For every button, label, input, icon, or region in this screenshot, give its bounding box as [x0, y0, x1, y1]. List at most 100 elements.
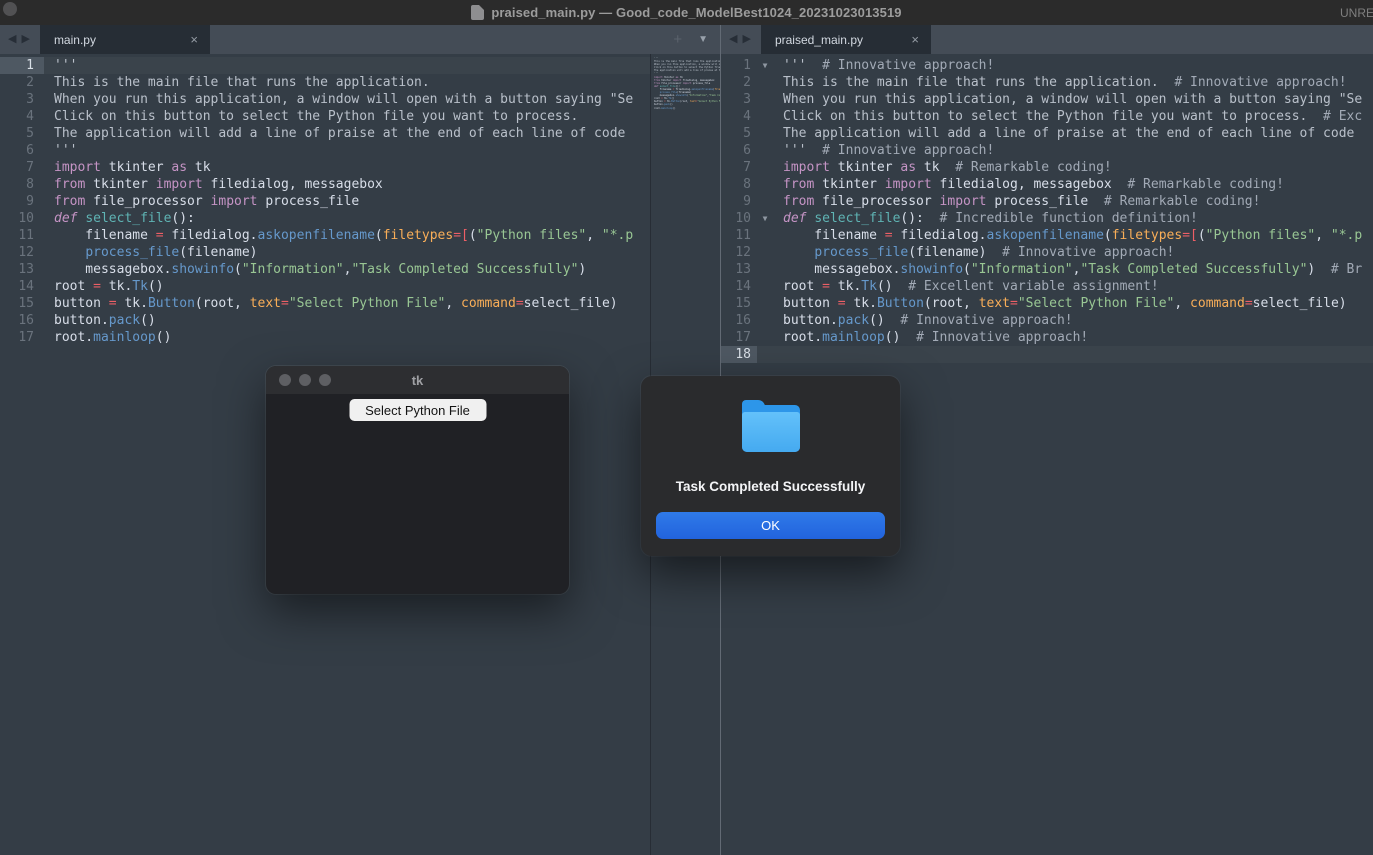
code-line[interactable]: 1▼''' # Innovative approach!: [721, 57, 1373, 74]
line-number: 14: [721, 278, 757, 295]
line-number: 1: [721, 57, 757, 74]
back-arrow-icon[interactable]: ◀: [8, 34, 16, 45]
code-line[interactable]: 15button = tk.Button(root, text="Select …: [0, 295, 720, 312]
code-text: The application will add a line of prais…: [44, 125, 625, 142]
code-text: root.mainloop(): [44, 329, 171, 346]
line-number: 4: [0, 108, 44, 125]
code-line[interactable]: 9from file_processor import process_file…: [721, 193, 1373, 210]
code-text: root.mainloop() # Innovative approach!: [773, 329, 1088, 346]
code-text: filename = filedialog.askopenfilename(fi…: [773, 227, 1362, 244]
code-line[interactable]: 4Click on this button to select the Pyth…: [0, 108, 720, 125]
code-line[interactable]: 17root.mainloop(): [0, 329, 720, 346]
code-line[interactable]: 18: [721, 346, 1373, 363]
code-text: When you run this application, a window …: [44, 91, 633, 108]
line-number: 1: [0, 57, 44, 74]
tk-app-window: tk Select Python File: [266, 366, 569, 594]
code-text: def select_file(): # Incredible function…: [773, 210, 1198, 227]
fold-gutter: [757, 108, 773, 125]
code-line[interactable]: 10def select_file():: [0, 210, 720, 227]
tab-main-py[interactable]: main.py ×: [40, 25, 210, 54]
tab-overflow-icon[interactable]: ▼: [698, 35, 708, 45]
new-tab-icon[interactable]: +: [673, 32, 682, 47]
code-line[interactable]: 15button = tk.Button(root, text="Select …: [721, 295, 1373, 312]
code-line[interactable]: 8from tkinter import filedialog, message…: [0, 176, 720, 193]
tab-praised-main-py[interactable]: praised_main.py ×: [761, 25, 931, 54]
code-text: from tkinter import filedialog, messageb…: [44, 176, 383, 193]
code-line[interactable]: 1''': [0, 57, 720, 74]
forward-arrow-icon[interactable]: ▶: [21, 34, 29, 45]
close-tab-icon[interactable]: ×: [190, 33, 198, 46]
code-line[interactable]: 12 process_file(filename): [0, 244, 720, 261]
line-number: 9: [721, 193, 757, 210]
code-line[interactable]: 10▼def select_file(): # Incredible funct…: [721, 210, 1373, 227]
code-line[interactable]: 4Click on this button to select the Pyth…: [721, 108, 1373, 125]
code-line[interactable]: 14 root = tk.Tk() # Excellent variable as…: [721, 278, 1373, 295]
code-text: ''': [44, 57, 77, 74]
code-line[interactable]: 13 messagebox.showinfo("Information","Ta…: [0, 261, 720, 278]
back-arrow-icon[interactable]: ◀: [729, 34, 737, 45]
code-line[interactable]: 11 filename = filedialog.askopenfilename…: [0, 227, 720, 244]
code-text: root = tk.Tk() # Excellent variable assi…: [773, 278, 1159, 295]
code-line[interactable]: 16button.pack(): [0, 312, 720, 329]
code-text: This is the main file that runs the appl…: [773, 74, 1347, 91]
line-number: 16: [0, 312, 44, 329]
code-text: This is the main file that runs the appl…: [44, 74, 430, 91]
document-proxy-icon: [471, 5, 484, 20]
right-tabbar: ◀ ▶ praised_main.py ×: [721, 25, 1373, 54]
line-number: 2: [721, 74, 757, 91]
titlebar: praised_main.py — Good_code_ModelBest102…: [0, 0, 1373, 25]
line-number: 14: [0, 278, 44, 295]
dialog-message: Task Completed Successfully: [641, 479, 900, 494]
line-number: 7: [721, 159, 757, 176]
code-text: import tkinter as tk # Remarkable coding…: [773, 159, 1112, 176]
line-number: 17: [0, 329, 44, 346]
code-line[interactable]: 6''' # Innovative approach!: [721, 142, 1373, 159]
fold-arrow-icon[interactable]: ▼: [757, 57, 773, 74]
code-line[interactable]: 3 When you run this application, a window…: [721, 91, 1373, 108]
code-line[interactable]: 12 process_file(filename) # Innovative a…: [721, 244, 1373, 261]
code-line[interactable]: 2This is the main file that runs the app…: [0, 74, 720, 91]
code-line[interactable]: 6''': [0, 142, 720, 159]
code-text: ''': [44, 142, 77, 159]
code-line[interactable]: 5The application will add a line of prai…: [721, 125, 1373, 142]
code-text: When you run this application, a window …: [773, 91, 1362, 108]
line-number: 13: [721, 261, 757, 278]
code-text: root = tk.Tk(): [44, 278, 164, 295]
code-text: filename = filedialog.askopenfilename(fi…: [44, 227, 633, 244]
line-number: 7: [0, 159, 44, 176]
line-number: 6: [0, 142, 44, 159]
code-line[interactable]: 17 root.mainloop() # Innovative approach!: [721, 329, 1373, 346]
code-line[interactable]: 5The application will add a line of prai…: [0, 125, 720, 142]
code-line[interactable]: 16button.pack() # Innovative approach!: [721, 312, 1373, 329]
line-number: 11: [0, 227, 44, 244]
tk-zoom-button[interactable]: [319, 374, 331, 386]
fold-arrow-icon[interactable]: ▼: [757, 210, 773, 227]
code-line[interactable]: 13 messagebox.showinfo("Information","Ta…: [721, 261, 1373, 278]
code-text: messagebox.showinfo("Information","Task …: [773, 261, 1362, 278]
line-number: 8: [0, 176, 44, 193]
ok-button[interactable]: OK: [656, 512, 885, 539]
tk-close-button[interactable]: [279, 374, 291, 386]
code-text: button = tk.Button(root, text="Select Py…: [44, 295, 618, 312]
code-line[interactable]: 2 This is the main file that runs the app…: [721, 74, 1373, 91]
code-line[interactable]: 14root = tk.Tk(): [0, 278, 720, 295]
fold-gutter: [757, 176, 773, 193]
fold-gutter: [757, 329, 773, 346]
code-text: ''' # Innovative approach!: [773, 142, 994, 159]
select-python-file-button[interactable]: Select Python File: [349, 399, 486, 421]
code-text: process_file(filename): [44, 244, 258, 261]
left-tabbar: ◀ ▶ main.py × + ▼: [0, 25, 720, 54]
fold-gutter: [757, 295, 773, 312]
line-number: 17: [721, 329, 757, 346]
code-line[interactable]: 11 filename = filedialog.askopenfilename…: [721, 227, 1373, 244]
close-tab-icon[interactable]: ×: [911, 33, 919, 46]
code-line[interactable]: 3When you run this application, a window…: [0, 91, 720, 108]
code-line[interactable]: 7import tkinter as tk: [0, 159, 720, 176]
tk-minimize-button[interactable]: [299, 374, 311, 386]
code-text: ''' # Innovative approach!: [773, 57, 994, 74]
code-line[interactable]: 8from tkinter import filedialog, message…: [721, 176, 1373, 193]
code-line[interactable]: 9from file_processor import process_file: [0, 193, 720, 210]
code-line[interactable]: 7 import tkinter as tk # Remarkable codin…: [721, 159, 1373, 176]
line-number: 3: [721, 91, 757, 108]
forward-arrow-icon[interactable]: ▶: [742, 34, 750, 45]
